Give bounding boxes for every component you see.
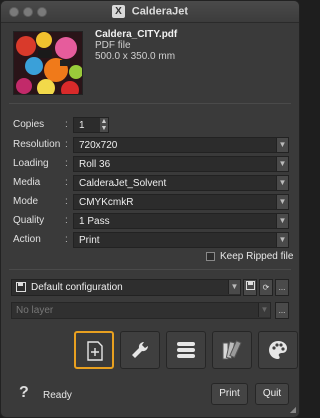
swatches-icon: [222, 340, 242, 360]
divider: [9, 269, 291, 270]
dropdown-arrow-icon[interactable]: ▼: [258, 303, 270, 317]
add-page-icon: [87, 341, 103, 361]
mode-label: Mode: [13, 196, 39, 207]
settings-button[interactable]: [120, 331, 160, 369]
dropdown-arrow-icon[interactable]: ▼: [276, 176, 288, 190]
list-icon: [177, 342, 195, 358]
loading-select[interactable]: Roll 36 ▼: [73, 156, 289, 172]
keep-ripped-label: Keep Ripped file: [220, 251, 294, 262]
media-select[interactable]: CalderaJet_Solvent ▼: [73, 175, 289, 191]
resolution-row: Resolution : 720x720 ▼: [13, 137, 291, 154]
config-file-icon: [16, 282, 26, 293]
colon: :: [65, 234, 68, 245]
resolution-select[interactable]: 720x720 ▼: [73, 137, 289, 153]
colon: :: [65, 196, 68, 207]
configuration-select[interactable]: Default configuration ▼: [11, 279, 241, 296]
copies-row: Copies : 1 ▲ ▼: [13, 117, 291, 134]
configuration-value: Default configuration: [31, 282, 123, 293]
copies-label: Copies: [13, 119, 45, 130]
colon: :: [65, 158, 68, 169]
color-palette-button[interactable]: [258, 331, 298, 369]
colon: :: [65, 119, 68, 130]
window-title: CalderaJet: [131, 5, 189, 18]
title-bar: X CalderaJet: [1, 1, 299, 23]
action-select[interactable]: Print ▼: [73, 232, 289, 248]
refresh-icon[interactable]: ⟳: [259, 279, 273, 296]
queue-button[interactable]: [166, 331, 206, 369]
resize-grip-icon[interactable]: ◢: [290, 405, 296, 414]
loading-value: Roll 36: [79, 159, 111, 170]
keep-ripped-checkbox[interactable]: Keep Ripped file: [206, 251, 293, 262]
layer-bar: No layer ▼ ...: [11, 302, 291, 319]
dropdown-arrow-icon[interactable]: ▼: [276, 233, 288, 247]
checkbox-box[interactable]: [206, 251, 215, 261]
layer-more-button[interactable]: ...: [275, 302, 289, 319]
loading-label: Loading: [13, 158, 49, 169]
print-button[interactable]: Print: [211, 383, 248, 405]
status-text: Ready: [43, 390, 72, 401]
quality-value: 1 Pass: [79, 216, 110, 227]
add-page-button[interactable]: [74, 331, 114, 369]
file-thumbnail[interactable]: [13, 31, 83, 95]
dropdown-arrow-icon[interactable]: ▼: [276, 157, 288, 171]
help-icon[interactable]: ?: [19, 384, 29, 402]
configuration-bar: Default configuration ▼ ⟳ ...: [11, 279, 291, 296]
colon: :: [65, 177, 68, 188]
mode-select[interactable]: CMYKcmkR ▼: [73, 194, 289, 210]
action-label: Action: [13, 234, 41, 245]
stepper-arrows-icon[interactable]: ▲ ▼: [100, 118, 108, 132]
quality-label: Quality: [13, 215, 45, 226]
media-value: CalderaJet_Solvent: [79, 178, 167, 189]
wrench-icon: [132, 341, 149, 358]
dropdown-arrow-icon[interactable]: ▼: [276, 195, 288, 209]
color-swatches-button[interactable]: [212, 331, 252, 369]
action-value: Print: [79, 235, 100, 246]
file-dimensions: 500.0 x 350.0 mm: [95, 51, 176, 62]
quality-row: Quality : 1 Pass ▼: [13, 213, 291, 230]
loading-row: Loading : Roll 36 ▼: [13, 156, 291, 173]
colon: :: [65, 139, 68, 150]
mode-row: Mode : CMYKcmkR ▼: [13, 194, 291, 211]
quality-select[interactable]: 1 Pass ▼: [73, 213, 289, 229]
file-info: Caldera_CITY.pdf PDF file 500.0 x 350.0 …: [9, 27, 291, 101]
palette-icon: [269, 341, 287, 359]
quit-button[interactable]: Quit: [255, 383, 289, 405]
main-window: X CalderaJet Caldera_CITY.pdf PDF file 5…: [0, 0, 300, 418]
mode-value: CMYKcmkR: [79, 197, 134, 208]
file-name: Caldera_CITY.pdf: [95, 29, 178, 40]
divider: [9, 103, 291, 104]
layer-select[interactable]: No layer ▼: [11, 302, 271, 319]
app-icon: X: [111, 5, 125, 18]
action-row: Action : Print ▼: [13, 232, 291, 249]
resolution-value: 720x720: [79, 140, 118, 151]
media-label: Media: [13, 177, 41, 188]
layer-placeholder: No layer: [16, 305, 54, 316]
dropdown-arrow-icon[interactable]: ▼: [228, 280, 240, 294]
dropdown-arrow-icon[interactable]: ▼: [276, 214, 288, 228]
media-row: Media : CalderaJet_Solvent ▼: [13, 175, 291, 192]
save-icon[interactable]: [243, 279, 257, 296]
dropdown-arrow-icon[interactable]: ▼: [276, 138, 288, 152]
copies-value: 1: [79, 120, 85, 131]
file-type: PDF file: [95, 40, 131, 51]
copies-stepper[interactable]: 1 ▲ ▼: [73, 117, 109, 133]
configuration-more-button[interactable]: ...: [275, 279, 289, 296]
resolution-label: Resolution: [13, 139, 61, 150]
colon: :: [65, 215, 68, 226]
